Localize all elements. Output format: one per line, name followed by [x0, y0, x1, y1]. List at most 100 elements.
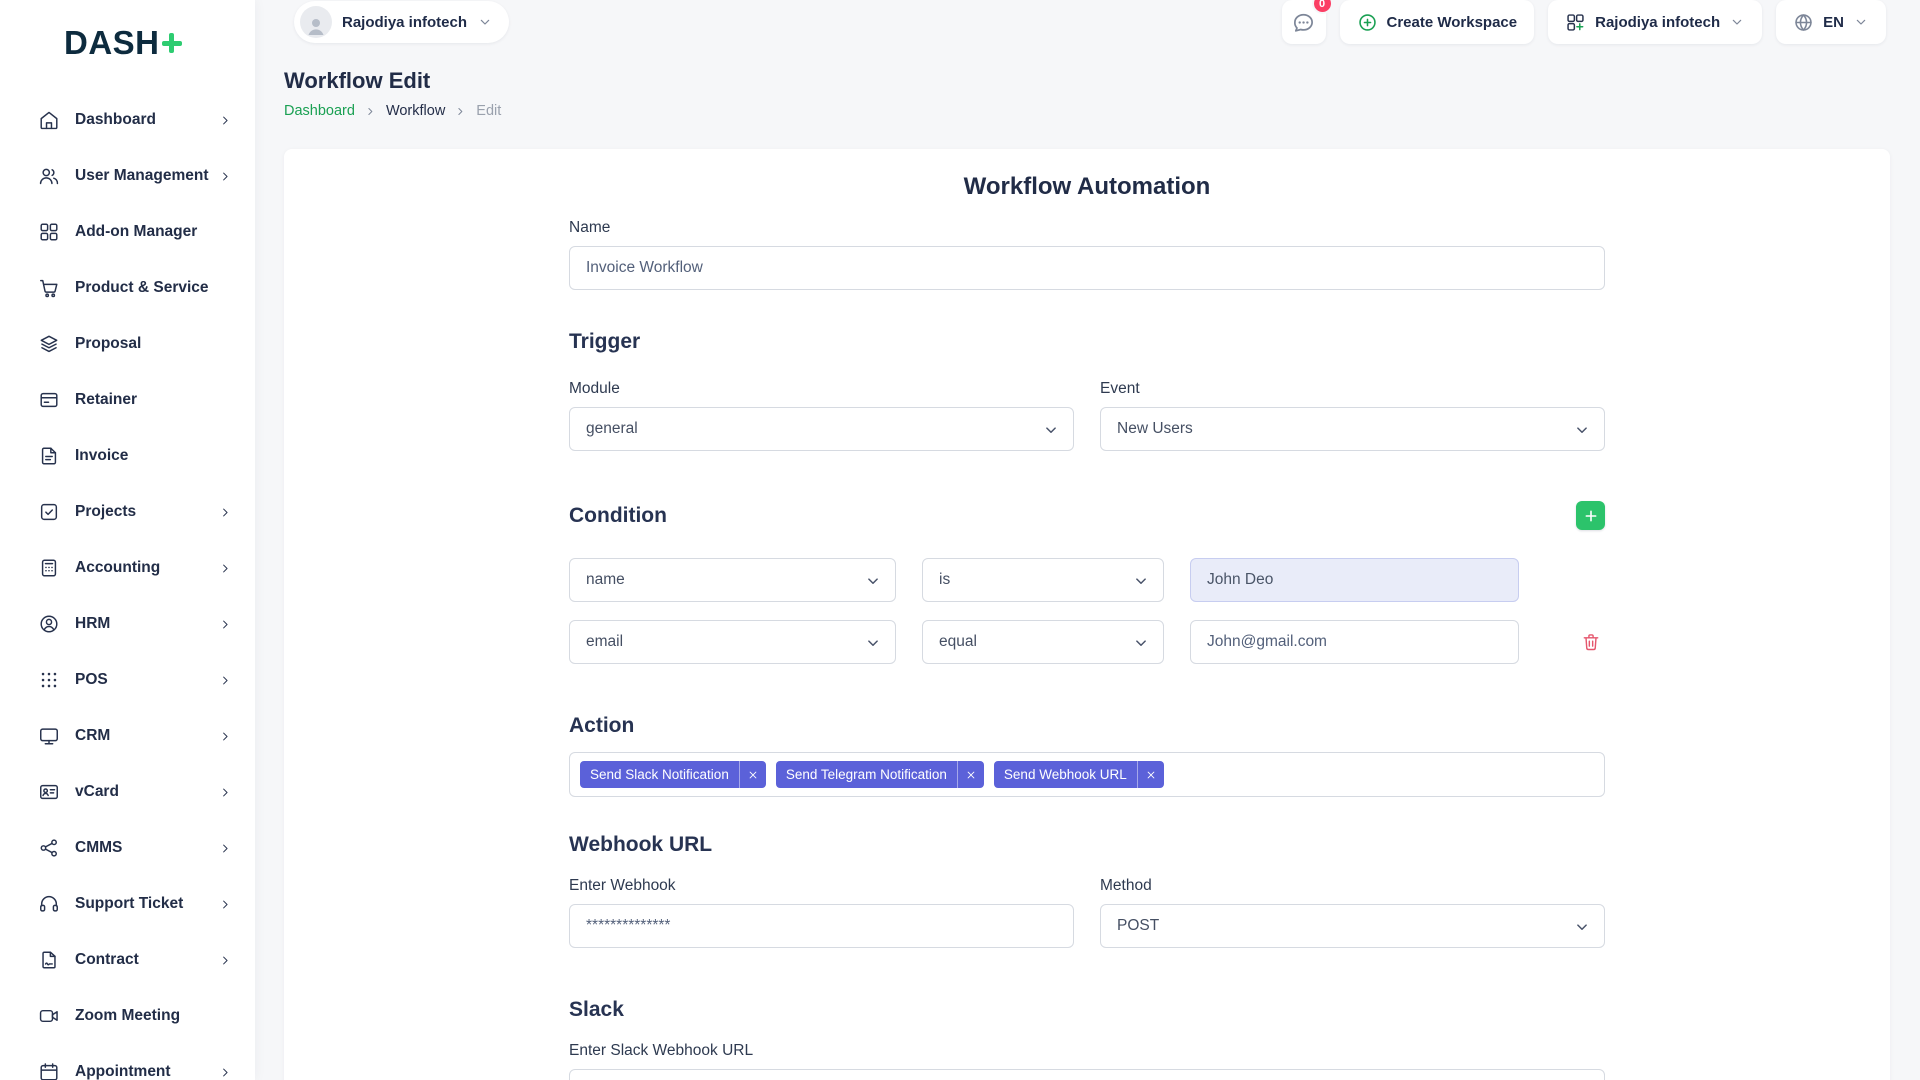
sidebar-item-label: HRM: [75, 615, 110, 633]
sidebar-item-retainer[interactable]: Retainer: [0, 372, 255, 428]
account-menu-button[interactable]: Rajodiya infotech: [1548, 0, 1762, 44]
sidebar-item-contract[interactable]: Contract: [0, 932, 255, 988]
breadcrumb: Dashboard Workflow Edit: [284, 103, 1890, 119]
condition-field-select[interactable]: name: [569, 558, 896, 602]
condition-operator-value: equal: [939, 633, 977, 651]
breadcrumb-dashboard-link[interactable]: Dashboard: [284, 103, 355, 119]
chevron-down-icon: [1573, 421, 1591, 439]
cart-icon: [38, 277, 60, 299]
chevron-down-icon: [864, 572, 882, 590]
sidebar-item-invoice[interactable]: Invoice: [0, 428, 255, 484]
condition-header: Condition: [569, 501, 1605, 530]
sidebar-item-proposal[interactable]: Proposal: [0, 316, 255, 372]
share-nodes-icon: [38, 837, 60, 859]
sidebar-item-zoom-meeting[interactable]: Zoom Meeting: [0, 988, 255, 1044]
condition-value-input[interactable]: [1190, 558, 1519, 602]
logo-plus-icon: [162, 33, 182, 53]
sidebar-item-cmms[interactable]: CMMS: [0, 820, 255, 876]
sidebar-item-product-service[interactable]: Product & Service: [0, 260, 255, 316]
sidebar-item-pos[interactable]: POS: [0, 652, 255, 708]
slack-field-group: Enter Slack Webhook URL: [569, 1042, 1605, 1080]
condition-operator-select[interactable]: equal: [922, 620, 1164, 664]
sidebar-item-projects[interactable]: Projects: [0, 484, 255, 540]
sidebar-item-label: Add-on Manager: [75, 223, 197, 241]
slack-input-label: Enter Slack Webhook URL: [569, 1042, 1605, 1060]
sidebar-item-accounting[interactable]: Accounting: [0, 540, 255, 596]
condition-operator-select[interactable]: is: [922, 558, 1164, 602]
condition-row: email equal: [569, 620, 1605, 664]
condition-field-value: name: [586, 571, 625, 589]
check-square-icon: [38, 501, 60, 523]
condition-row: name is: [569, 558, 1605, 602]
action-tag: Send Webhook URL: [994, 761, 1164, 788]
users-icon: [38, 165, 60, 187]
close-icon: [966, 770, 976, 780]
sidebar-item-vcard[interactable]: vCard: [0, 764, 255, 820]
module-field-group: Module general: [569, 380, 1074, 451]
sidebar-item-dashboard[interactable]: Dashboard: [0, 92, 255, 148]
trigger-grid: Module general Event New Users: [569, 380, 1605, 451]
remove-tag-button[interactable]: [1137, 761, 1164, 788]
chevron-down-icon: [477, 14, 493, 30]
sidebar-item-crm[interactable]: CRM: [0, 708, 255, 764]
condition-value-input[interactable]: [1190, 620, 1519, 664]
layers-icon: [38, 333, 60, 355]
language-selector[interactable]: EN: [1776, 0, 1886, 44]
event-field-group: Event New Users: [1100, 380, 1605, 451]
remove-tag-button[interactable]: [739, 761, 766, 788]
chevron-down-icon: [1132, 572, 1150, 590]
chevron-right-icon: [218, 561, 233, 576]
create-workspace-button[interactable]: Create Workspace: [1340, 0, 1535, 44]
webhook-heading: Webhook URL: [569, 833, 1605, 857]
create-workspace-label: Create Workspace: [1387, 14, 1518, 31]
workspace-selector[interactable]: Rajodiya infotech: [294, 1, 509, 43]
monitor-icon: [38, 725, 60, 747]
method-select[interactable]: POST: [1100, 904, 1605, 948]
slack-webhook-input[interactable]: [569, 1069, 1605, 1080]
chevron-right-icon: [218, 505, 233, 520]
workspace-grid-icon: [1565, 12, 1586, 33]
action-heading: Action: [569, 714, 1605, 738]
action-tags-input[interactable]: Send Slack Notification Send Telegram No…: [569, 752, 1605, 797]
sidebar-item-label: Support Ticket: [75, 895, 183, 913]
brand-logo[interactable]: DASH: [0, 0, 255, 62]
sidebar-item-appointment[interactable]: Appointment: [0, 1044, 255, 1080]
condition-operator-value: is: [939, 571, 950, 589]
chevron-down-icon: [1573, 918, 1591, 936]
chevron-right-icon: [218, 953, 233, 968]
brand-logo-text: DASH: [64, 24, 160, 62]
condition-field-select[interactable]: email: [569, 620, 896, 664]
sidebar-item-label: Zoom Meeting: [75, 1007, 180, 1025]
close-icon: [1146, 770, 1156, 780]
module-select[interactable]: general: [569, 407, 1074, 451]
chevron-down-icon: [1853, 14, 1869, 30]
condition-row-actions: [1545, 630, 1605, 654]
workflow-form: Workflow Automation Name Trigger Module …: [569, 173, 1605, 1080]
chevron-right-icon: [218, 673, 233, 688]
event-select[interactable]: New Users: [1100, 407, 1605, 451]
sidebar-item-label: Contract: [75, 951, 139, 969]
sidebar-item-user-management[interactable]: User Management: [0, 148, 255, 204]
id-card-icon: [38, 781, 60, 803]
sidebar-item-label: Accounting: [75, 559, 160, 577]
remove-tag-button[interactable]: [957, 761, 984, 788]
webhook-url-input[interactable]: [569, 904, 1074, 948]
workflow-name-input[interactable]: [569, 246, 1605, 290]
sidebar-item-hrm[interactable]: HRM: [0, 596, 255, 652]
delete-condition-button[interactable]: [1579, 630, 1603, 654]
name-field-group: Name: [569, 219, 1605, 290]
chevron-right-icon: [218, 1065, 233, 1080]
trigger-heading: Trigger: [569, 330, 1605, 354]
workspace-name: Rajodiya infotech: [342, 14, 467, 31]
messages-button[interactable]: 0: [1282, 0, 1326, 44]
add-condition-button[interactable]: [1576, 501, 1605, 530]
sidebar-item-support-ticket[interactable]: Support Ticket: [0, 876, 255, 932]
page-header: Workflow Edit Dashboard Workflow Edit: [284, 68, 1890, 119]
condition-field-value: email: [586, 633, 623, 651]
module-label: Module: [569, 380, 1074, 398]
sidebar-item-label: Projects: [75, 503, 136, 521]
name-label: Name: [569, 219, 1605, 237]
chat-icon: [1292, 11, 1315, 34]
sidebar-item-addon-manager[interactable]: Add-on Manager: [0, 204, 255, 260]
webhook-grid: Enter Webhook Method POST: [569, 877, 1605, 948]
